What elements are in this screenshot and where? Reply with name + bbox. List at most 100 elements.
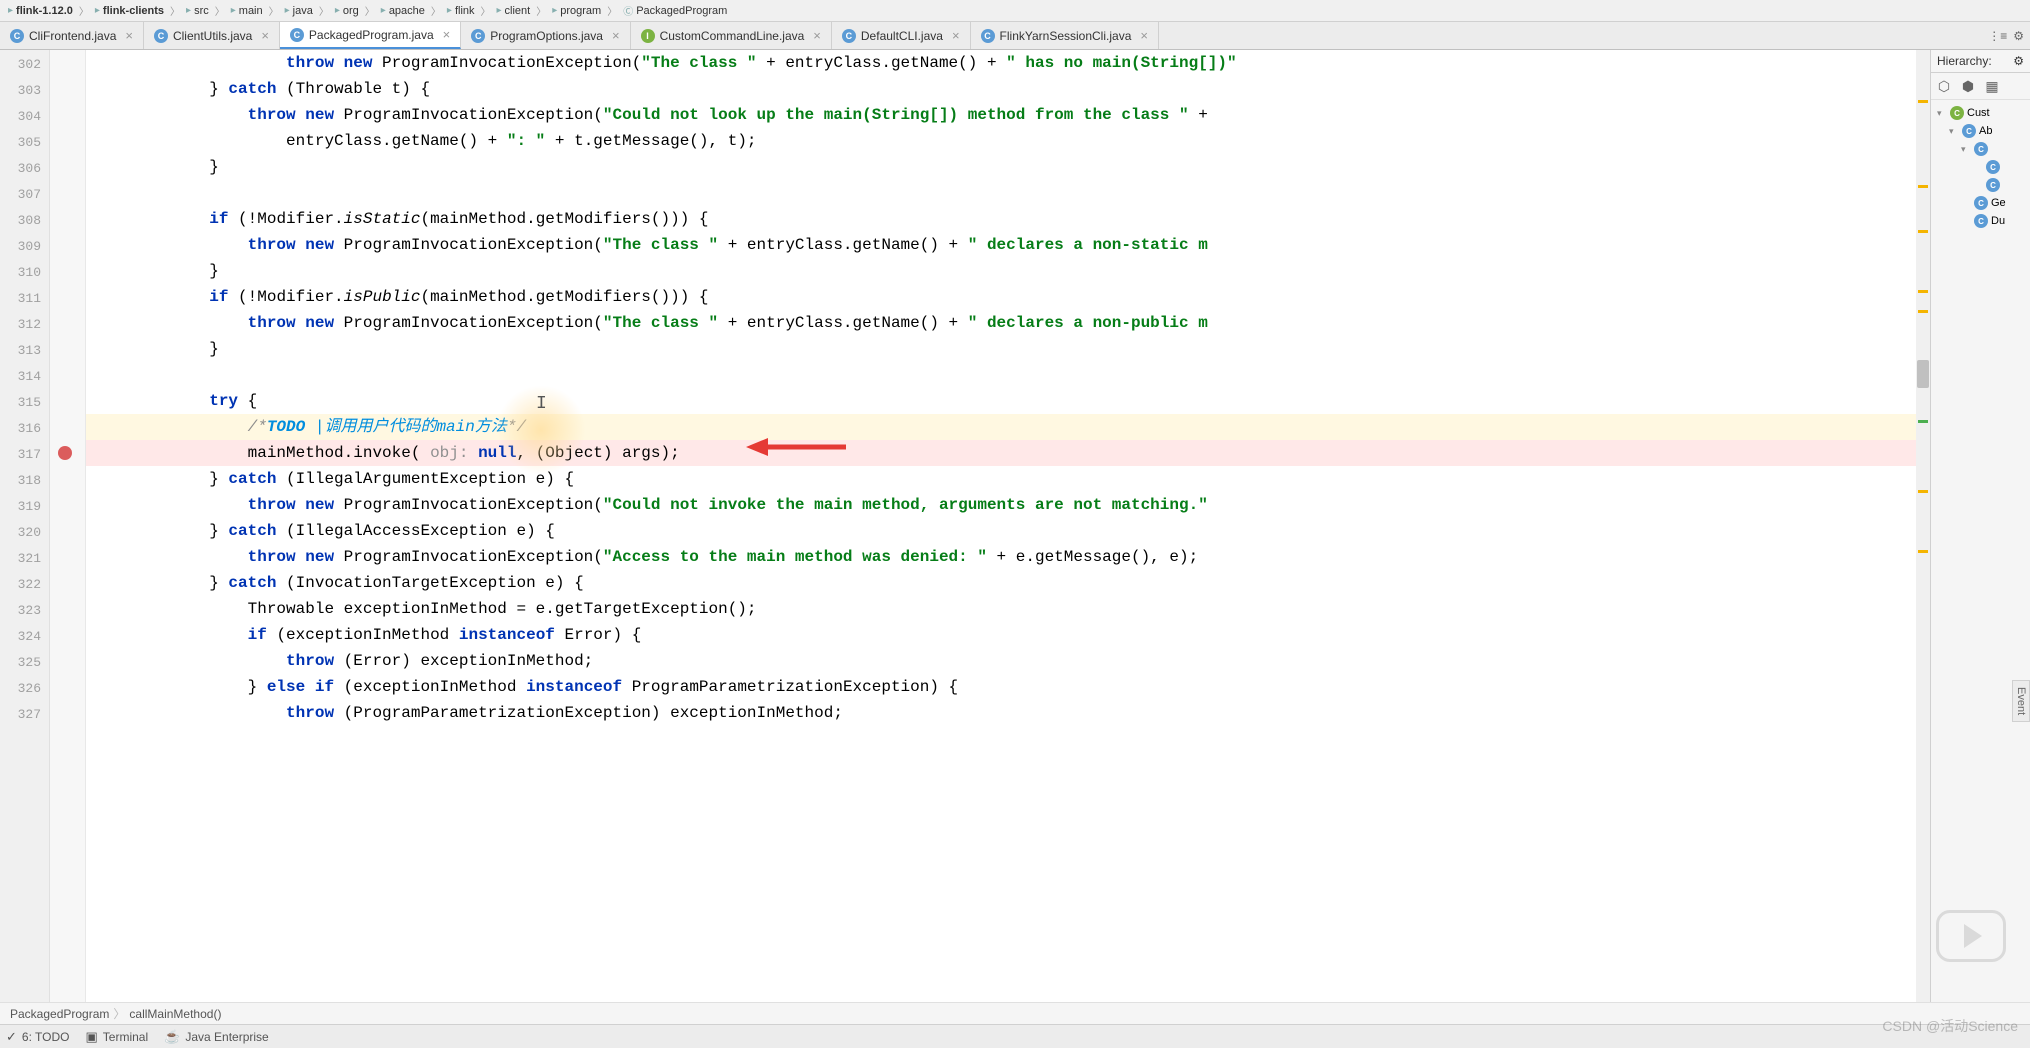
code-line[interactable]: entryClass.getName() + ": " + t.getMessa…	[86, 128, 1930, 154]
hierarchy-settings-icon[interactable]: ⚙	[2013, 54, 2024, 68]
breadcrumb-item[interactable]: ▸program	[548, 4, 605, 18]
code-line[interactable]: /*TODO |调用用户代码的main方法*/	[86, 414, 1930, 440]
code-line[interactable]: if (exceptionInMethod instanceof Error) …	[86, 622, 1930, 648]
breakpoint-gutter[interactable]	[50, 50, 86, 1002]
line-number: 319	[0, 494, 49, 520]
code-line[interactable]: throw new ProgramInvocationException("Th…	[86, 50, 1930, 76]
class-icon: C	[1974, 142, 1988, 156]
breadcrumb-item[interactable]: ▸flink-clients	[91, 4, 168, 18]
code-line[interactable]: } catch (IllegalArgumentException e) {	[86, 466, 1930, 492]
structure-breadcrumb[interactable]: PackagedProgram〉callMainMethod()	[0, 1002, 2030, 1024]
tool-window-button[interactable]: ✓6: TODO	[6, 1029, 69, 1045]
class-icon: C	[290, 28, 304, 42]
code-line[interactable]: }	[86, 258, 1930, 284]
line-number: 317	[0, 442, 49, 468]
structure-crumb-item[interactable]: callMainMethod()	[129, 1007, 221, 1021]
line-number: 314	[0, 364, 49, 390]
folder-icon: ▸	[381, 5, 386, 16]
code-line[interactable]: throw (Error) exceptionInMethod;	[86, 648, 1930, 674]
tab-label: CliFrontend.java	[29, 29, 116, 43]
breakpoint-icon[interactable]	[58, 446, 72, 460]
scroll-thumb[interactable]	[1917, 360, 1929, 388]
line-number: 320	[0, 520, 49, 546]
code-line[interactable]: } else if (exceptionInMethod instanceof …	[86, 674, 1930, 700]
expand-icon[interactable]: ▾	[1937, 108, 1947, 119]
close-icon[interactable]: ×	[443, 27, 451, 42]
tree-item[interactable]: C	[1933, 176, 2028, 194]
code-line[interactable]	[86, 362, 1930, 388]
code-line[interactable]: throw new ProgramInvocationException("Co…	[86, 102, 1930, 128]
code-line[interactable]: if (!Modifier.isPublic(mainMethod.getMod…	[86, 284, 1930, 310]
tabs-menu-icon[interactable]: ⚙	[2013, 29, 2024, 43]
hierarchy-tool-2-icon[interactable]: ⬢	[1958, 76, 1978, 96]
hierarchy-tool-3-icon[interactable]: ▦	[1982, 76, 2002, 96]
line-number: 312	[0, 312, 49, 338]
code-line[interactable]: throw new ProgramInvocationException("Th…	[86, 232, 1930, 258]
code-line[interactable]: mainMethod.invoke( obj: null, (Object) a…	[86, 440, 1930, 466]
breadcrumb-item[interactable]: ▸java	[281, 4, 317, 18]
hierarchy-tool-1-icon[interactable]: ⬡	[1934, 76, 1954, 96]
close-icon[interactable]: ×	[952, 28, 960, 43]
line-number: 303	[0, 78, 49, 104]
tabs-overflow[interactable]: ⋮≡ ⚙	[1982, 22, 2030, 49]
tree-item[interactable]: C	[1933, 158, 2028, 176]
editor-tab[interactable]: CProgramOptions.java×	[461, 22, 630, 49]
code-line[interactable]: Throwable exceptionInMethod = e.getTarge…	[86, 596, 1930, 622]
breadcrumb-item[interactable]: ▸apache	[377, 4, 429, 18]
breadcrumb-item[interactable]: ▸client	[493, 4, 535, 18]
line-number: 327	[0, 702, 49, 728]
editor-tab[interactable]: CFlinkYarnSessionCli.java×	[971, 22, 1159, 49]
event-log-tab[interactable]: Event	[2012, 680, 2030, 722]
close-icon[interactable]: ×	[1140, 28, 1148, 43]
close-icon[interactable]: ×	[261, 28, 269, 43]
tree-item[interactable]: ▾C	[1933, 140, 2028, 158]
folder-icon: ▸	[335, 5, 340, 16]
tab-label: ProgramOptions.java	[490, 29, 603, 43]
tree-item[interactable]: CDu	[1933, 212, 2028, 230]
class-icon: C	[1950, 106, 1964, 120]
tree-item[interactable]: ▾CCust	[1933, 104, 2028, 122]
code-line[interactable]: if (!Modifier.isStatic(mainMethod.getMod…	[86, 206, 1930, 232]
code-line[interactable]	[86, 180, 1930, 206]
tabs-dropdown-icon[interactable]: ⋮≡	[1988, 29, 2007, 43]
breadcrumb-item[interactable]: ▸main	[227, 4, 267, 18]
expand-icon[interactable]: ▾	[1949, 126, 1959, 137]
breadcrumb-item[interactable]: ▸flink-1.12.0	[4, 4, 77, 18]
code-line[interactable]: }	[86, 154, 1930, 180]
expand-icon[interactable]: ▾	[1961, 144, 1971, 155]
line-number: 325	[0, 650, 49, 676]
code-line[interactable]: try {	[86, 388, 1930, 414]
class-icon: C	[1986, 178, 2000, 192]
editor-tab[interactable]: CClientUtils.java×	[144, 22, 280, 49]
breadcrumb-item[interactable]: ▸flink	[443, 4, 479, 18]
tool-window-button[interactable]: ▣Terminal	[85, 1029, 148, 1045]
editor-tab[interactable]: CDefaultCLI.java×	[832, 22, 971, 49]
close-icon[interactable]: ×	[125, 28, 133, 43]
tool-icon: ▣	[85, 1029, 97, 1045]
code-line[interactable]: throw new ProgramInvocationException("Co…	[86, 492, 1930, 518]
breadcrumb-item[interactable]: ⒸPackagedProgram	[619, 2, 731, 19]
tool-window-button[interactable]: ☕Java Enterprise	[164, 1029, 269, 1045]
structure-crumb-item[interactable]: PackagedProgram	[10, 1007, 109, 1021]
close-icon[interactable]: ×	[612, 28, 620, 43]
breadcrumb-item[interactable]: ▸org	[331, 4, 363, 18]
code-line[interactable]: } catch (InvocationTargetException e) {	[86, 570, 1930, 596]
class-icon: C	[10, 29, 24, 43]
code-line[interactable]: } catch (IllegalAccessException e) {	[86, 518, 1930, 544]
code-line[interactable]: }	[86, 336, 1930, 362]
editor-tab[interactable]: ICustomCommandLine.java×	[631, 22, 832, 49]
code-editor[interactable]: throw new ProgramInvocationException("Th…	[86, 50, 1930, 1002]
code-line[interactable]: throw (ProgramParametrizationException) …	[86, 700, 1930, 726]
code-line[interactable]: } catch (Throwable t) {	[86, 76, 1930, 102]
code-line[interactable]: throw new ProgramInvocationException("Th…	[86, 310, 1930, 336]
tree-item[interactable]: ▾CAb	[1933, 122, 2028, 140]
editor-tab[interactable]: C CliFrontend.java ×	[0, 22, 144, 49]
line-number: 315	[0, 390, 49, 416]
folder-icon: ▸	[552, 5, 557, 16]
breadcrumb-item[interactable]: ▸src	[182, 4, 213, 18]
code-line[interactable]: throw new ProgramInvocationException("Ac…	[86, 544, 1930, 570]
editor-tab[interactable]: CPackagedProgram.java×	[280, 22, 461, 49]
editor-scrollbar[interactable]	[1916, 50, 1930, 1002]
tree-item[interactable]: CGe	[1933, 194, 2028, 212]
close-icon[interactable]: ×	[813, 28, 821, 43]
